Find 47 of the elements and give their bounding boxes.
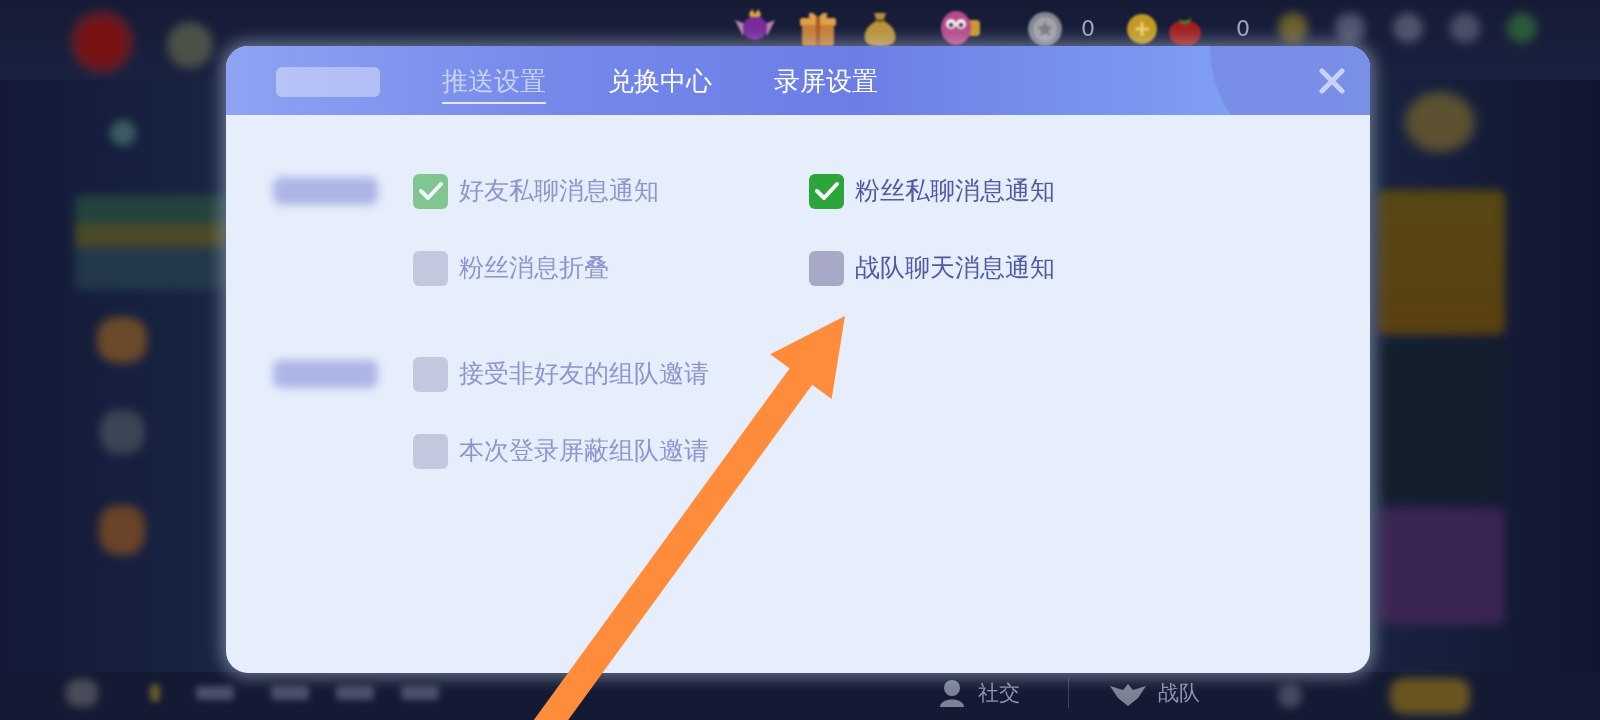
tab[interactable]: 推送设置: [442, 57, 546, 104]
avatar-icon: [70, 10, 134, 74]
blurred-icon: [1507, 13, 1537, 43]
blurred-icon: [1450, 13, 1480, 43]
blurred-icon: [100, 410, 144, 454]
blurred-icon: [1335, 13, 1365, 43]
checkbox[interactable]: [413, 250, 448, 286]
blurred-icon: [1390, 678, 1470, 714]
nav-button[interactable]: 社交: [939, 678, 1020, 708]
blurred-icon: [1278, 13, 1308, 43]
blurred-label-patch: [196, 686, 234, 700]
tab[interactable]: 录屏设置: [774, 57, 878, 104]
blurred-icon: [66, 679, 98, 707]
blurred-label-patch: [271, 686, 309, 700]
blurred-icon: [97, 317, 147, 363]
option-label: 粉丝私聊消息通知: [855, 176, 1055, 206]
tab[interactable]: 兑换中心: [608, 57, 712, 104]
counter-value: 0: [1236, 16, 1250, 42]
blurred-icon: [1278, 684, 1302, 708]
blurred-label-patch: [336, 686, 374, 700]
blurred-icon: [99, 505, 145, 555]
blurred-label-patch: [401, 686, 439, 700]
checkmark-icon: [814, 181, 839, 201]
checkmark-icon: [418, 181, 443, 201]
blurred-icon: [1393, 13, 1423, 43]
option-label: 接受非好友的组队邀请: [459, 359, 709, 389]
checkbox[interactable]: [809, 173, 844, 209]
close-button[interactable]: [1319, 67, 1345, 94]
coin-icon: [1028, 12, 1062, 46]
nav-button[interactable]: 战队: [1110, 678, 1200, 708]
checkbox[interactable]: [413, 433, 448, 469]
close-icon: [1319, 67, 1345, 94]
checkbox[interactable]: [413, 173, 448, 209]
counter-value: 0: [1081, 16, 1095, 42]
option-label: 战队聊天消息通知: [855, 253, 1055, 283]
person-icon: [939, 679, 965, 707]
option-label: 好友私聊消息通知: [459, 176, 659, 206]
blurred-icon: [167, 22, 213, 68]
option-label: 粉丝消息折叠: [459, 253, 609, 283]
checkbox[interactable]: [413, 356, 448, 392]
coin-add-icon[interactable]: [1127, 14, 1157, 44]
blurred-icon: [150, 684, 160, 702]
checkbox[interactable]: [809, 250, 844, 286]
blurred-icon: [1405, 92, 1475, 152]
option-label: 本次登录屏蔽组队邀请: [459, 436, 709, 466]
blurred-icon: [110, 120, 136, 146]
tab[interactable]: [276, 66, 380, 97]
